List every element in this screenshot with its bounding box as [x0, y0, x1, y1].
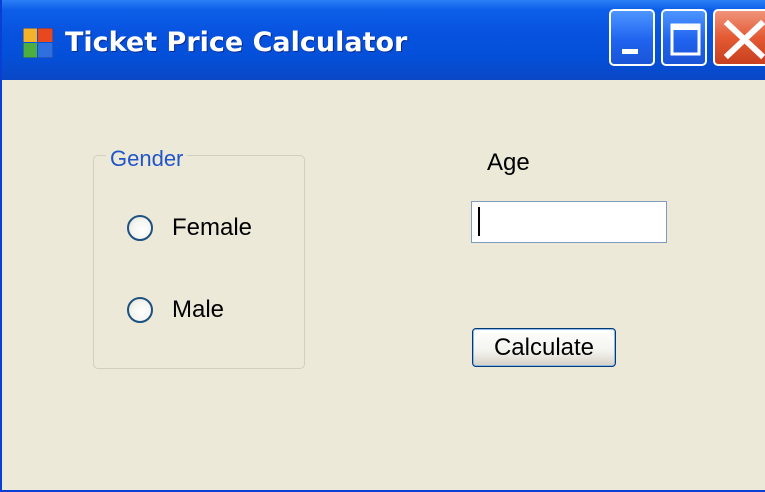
calculate-button[interactable]: Calculate: [472, 328, 616, 367]
app-icon[interactable]: [22, 27, 54, 59]
close-icon: [723, 19, 765, 60]
maximize-icon: [670, 23, 701, 56]
maximize-button[interactable]: [661, 9, 707, 66]
app-window: Ticket Price Calculator Gender Female Ma…: [0, 0, 765, 492]
male-radio[interactable]: [127, 297, 153, 323]
gender-groupbox: [93, 155, 305, 369]
minimize-button[interactable]: [609, 9, 655, 66]
age-label: Age: [487, 149, 530, 176]
female-radio[interactable]: [127, 215, 153, 241]
male-radio-label[interactable]: Male: [172, 296, 224, 324]
gender-group-label: Gender: [106, 146, 188, 172]
minimize-icon: [622, 49, 638, 54]
female-radio-label[interactable]: Female: [172, 214, 252, 242]
age-input[interactable]: [471, 201, 667, 243]
window-title: Ticket Price Calculator: [65, 27, 408, 58]
close-button[interactable]: [713, 9, 765, 66]
title-bar[interactable]: Ticket Price Calculator: [2, 0, 765, 80]
text-caret: [478, 207, 480, 236]
